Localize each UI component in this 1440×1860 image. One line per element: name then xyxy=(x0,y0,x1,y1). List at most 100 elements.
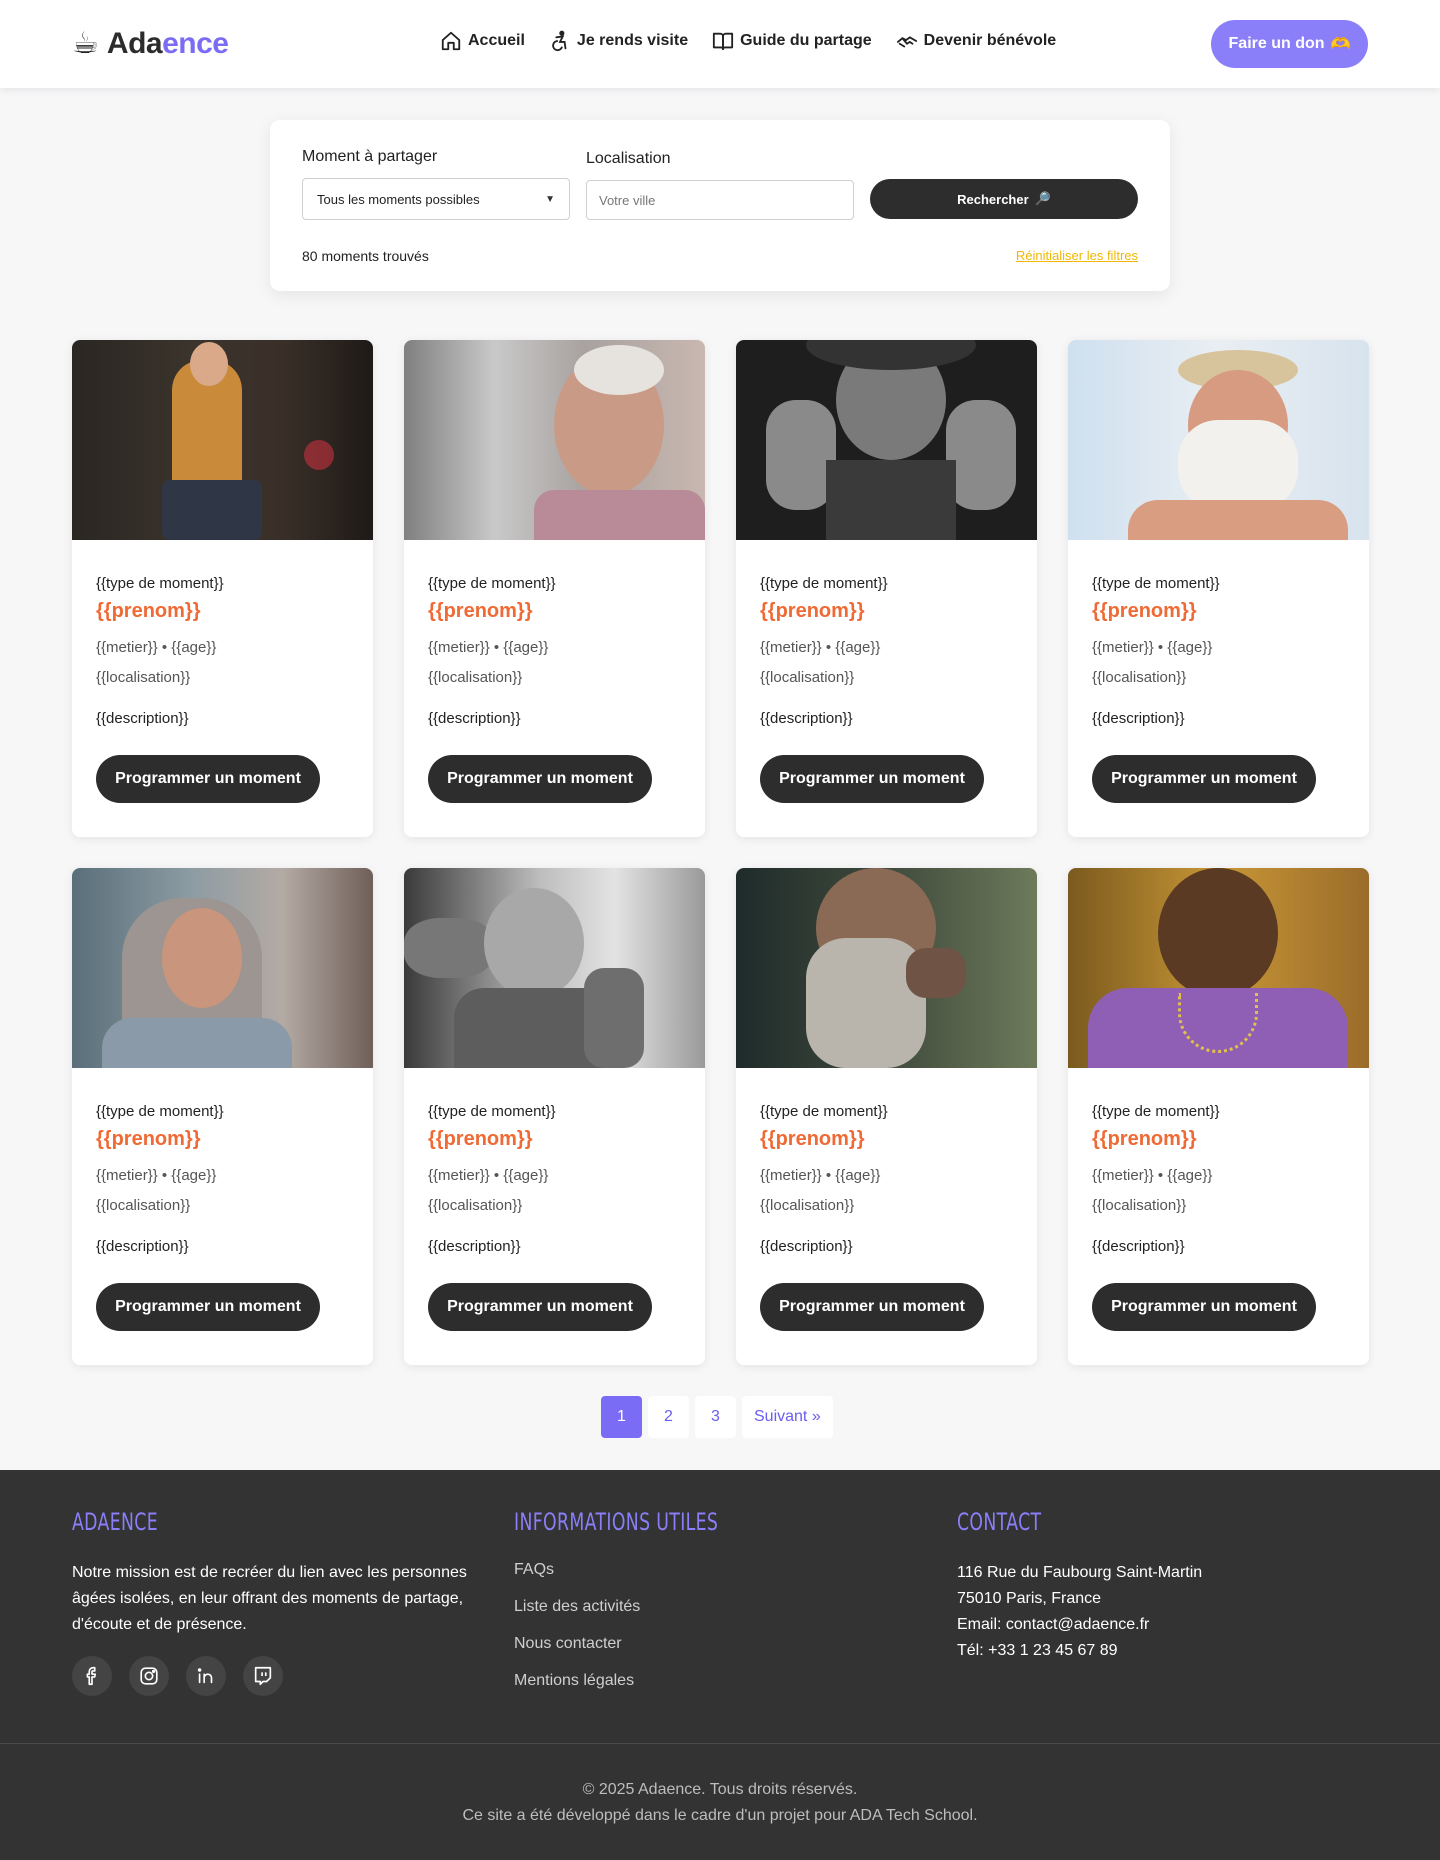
card-meta: {{metier}} • {{age}} {{localisation}} xyxy=(428,1161,681,1221)
location-input[interactable]: Votre ville xyxy=(586,180,854,220)
main-nav: Accueil Je rends visite Guide du partage… xyxy=(440,30,1056,52)
card-moment-type: {{type de moment}} xyxy=(96,1103,224,1120)
card-photo xyxy=(1068,868,1369,1068)
pagination: 1 2 3 Suivant » xyxy=(601,1396,833,1438)
card-location: {{localisation}} xyxy=(760,669,855,686)
card-photo xyxy=(404,340,705,540)
nav-label: Guide du partage xyxy=(740,32,872,49)
schedule-moment-button[interactable]: Programmer un moment xyxy=(428,755,652,803)
schedule-moment-button[interactable]: Programmer un moment xyxy=(96,755,320,803)
card-job-age: {{metier}} • {{age}} xyxy=(428,639,549,656)
card-location: {{localisation}} xyxy=(96,669,191,686)
card-description: {{description}} xyxy=(760,1238,853,1255)
schedule-moment-button[interactable]: Programmer un moment xyxy=(1092,755,1316,803)
reset-filters-link[interactable]: Réinitialiser les filtres xyxy=(1016,248,1138,263)
card-name: {{prenom}} xyxy=(96,1128,201,1150)
moment-card: {{type de moment}} {{prenom}} {{metier}}… xyxy=(1068,340,1369,837)
card-location: {{localisation}} xyxy=(760,1197,855,1214)
card-body: {{type de moment}} {{prenom}} {{metier}}… xyxy=(736,540,1037,803)
search-button-label: Rechercher xyxy=(957,191,1029,207)
accessibility-icon xyxy=(552,30,567,52)
card-moment-type: {{type de moment}} xyxy=(428,575,556,592)
card-location: {{localisation}} xyxy=(96,1197,191,1214)
moment-card: {{type de moment}} {{prenom}} {{metier}}… xyxy=(404,340,705,837)
card-moment-type: {{type de moment}} xyxy=(760,1103,888,1120)
coffee-cup-icon: ☕ xyxy=(72,27,99,60)
card-location: {{localisation}} xyxy=(428,669,523,686)
moment-card: {{type de moment}} {{prenom}} {{metier}}… xyxy=(404,868,705,1365)
footer-link-faqs[interactable]: FAQs xyxy=(514,1560,814,1580)
linkedin-link[interactable] xyxy=(186,1656,226,1696)
contact-details: 116 Rue du Faubourg Saint-Martin 75010 P… xyxy=(957,1560,1317,1664)
card-description: {{description}} xyxy=(1092,710,1185,727)
footer-link-legal[interactable]: Mentions légales xyxy=(514,1671,814,1691)
card-meta: {{metier}} • {{age}} {{localisation}} xyxy=(96,633,349,693)
card-job-age: {{metier}} • {{age}} xyxy=(760,639,881,656)
location-label: Localisation xyxy=(586,150,671,167)
card-description: {{description}} xyxy=(428,710,521,727)
location-placeholder: Votre ville xyxy=(599,192,656,208)
facebook-icon xyxy=(86,1666,97,1686)
schedule-moment-button[interactable]: Programmer un moment xyxy=(1092,1283,1316,1331)
card-moment-type: {{type de moment}} xyxy=(96,575,224,592)
donate-button[interactable]: Faire un don 🫶 xyxy=(1211,20,1368,68)
instagram-link[interactable] xyxy=(129,1656,169,1696)
footer-brand-title: ADAENCE xyxy=(72,1508,158,1536)
site-footer: ADAENCE Notre mission est de recréer du … xyxy=(0,1470,1440,1860)
chevron-down-icon: ▼ xyxy=(545,193,555,205)
schedule-moment-button[interactable]: Programmer un moment xyxy=(428,1283,652,1331)
nav-item-je-rends-visite[interactable]: Je rends visite xyxy=(549,30,688,52)
card-job-age: {{metier}} • {{age}} xyxy=(1092,1167,1213,1184)
card-meta: {{metier}} • {{age}} {{localisation}} xyxy=(1092,1161,1345,1221)
schedule-moment-button[interactable]: Programmer un moment xyxy=(760,755,984,803)
nav-item-accueil[interactable]: Accueil xyxy=(440,30,525,52)
card-meta: {{metier}} • {{age}} {{localisation}} xyxy=(760,633,1013,693)
moment-select[interactable]: Tous les moments possibles ▼ xyxy=(302,178,570,220)
nav-label: Accueil xyxy=(468,32,525,49)
donate-label: Faire un don xyxy=(1228,35,1325,52)
site-header: ☕ Adaence Accueil Je rends visite Guide … xyxy=(0,0,1440,88)
nav-item-devenir-benevole[interactable]: Devenir bénévole xyxy=(896,30,1056,52)
twitch-icon xyxy=(254,1666,272,1686)
footer-link-activities[interactable]: Liste des activités xyxy=(514,1597,814,1617)
card-photo xyxy=(736,340,1037,540)
card-body: {{type de moment}} {{prenom}} {{metier}}… xyxy=(404,540,705,803)
moment-card: {{type de moment}} {{prenom}} {{metier}}… xyxy=(72,868,373,1365)
schedule-moment-button[interactable]: Programmer un moment xyxy=(760,1283,984,1331)
footer-contact-title: CONTACT xyxy=(957,1508,1042,1536)
card-body: {{type de moment}} {{prenom}} {{metier}}… xyxy=(72,540,373,803)
schedule-moment-button[interactable]: Programmer un moment xyxy=(96,1283,320,1331)
logo[interactable]: ☕ Adaence xyxy=(72,24,229,64)
moment-card: {{type de moment}} {{prenom}} {{metier}}… xyxy=(72,340,373,837)
logo-text: Adaence xyxy=(106,27,229,60)
card-description: {{description}} xyxy=(1092,1238,1185,1255)
handshake-icon xyxy=(896,36,917,48)
card-job-age: {{metier}} • {{age}} xyxy=(1092,639,1213,656)
card-location: {{localisation}} xyxy=(1092,669,1187,686)
card-photo xyxy=(72,340,373,540)
page-button-2[interactable]: 2 xyxy=(648,1396,689,1438)
card-description: {{description}} xyxy=(428,1238,521,1255)
nav-label: Je rends visite xyxy=(576,32,689,49)
card-moment-type: {{type de moment}} xyxy=(1092,1103,1220,1120)
card-location: {{localisation}} xyxy=(1092,1197,1187,1214)
page-button-1[interactable]: 1 xyxy=(601,1396,642,1438)
card-body: {{type de moment}} {{prenom}} {{metier}}… xyxy=(1068,540,1369,803)
moment-label: Moment à partager xyxy=(302,148,438,165)
card-body: {{type de moment}} {{prenom}} {{metier}}… xyxy=(72,1068,373,1331)
card-name: {{prenom}} xyxy=(1092,1128,1197,1150)
twitch-link[interactable] xyxy=(243,1656,283,1696)
nav-item-guide-du-partage[interactable]: Guide du partage xyxy=(712,30,872,52)
page-button-3[interactable]: 3 xyxy=(695,1396,736,1438)
card-body: {{type de moment}} {{prenom}} {{metier}}… xyxy=(404,1068,705,1331)
card-name: {{prenom}} xyxy=(96,600,201,622)
footer-link-contact[interactable]: Nous contacter xyxy=(514,1634,814,1654)
card-description: {{description}} xyxy=(96,710,189,727)
search-button[interactable]: Rechercher 🔎 xyxy=(870,179,1138,219)
copyright: © 2025 Adaence. Tous droits réservés. xyxy=(582,1781,858,1798)
facebook-link[interactable] xyxy=(72,1656,112,1696)
moment-card: {{type de moment}} {{prenom}} {{metier}}… xyxy=(736,868,1037,1365)
contact-phone: Tél: +33 1 23 45 67 89 xyxy=(957,1642,1118,1659)
moment-select-value: Tous les moments possibles xyxy=(317,191,480,207)
next-page-button[interactable]: Suivant » xyxy=(742,1396,833,1438)
